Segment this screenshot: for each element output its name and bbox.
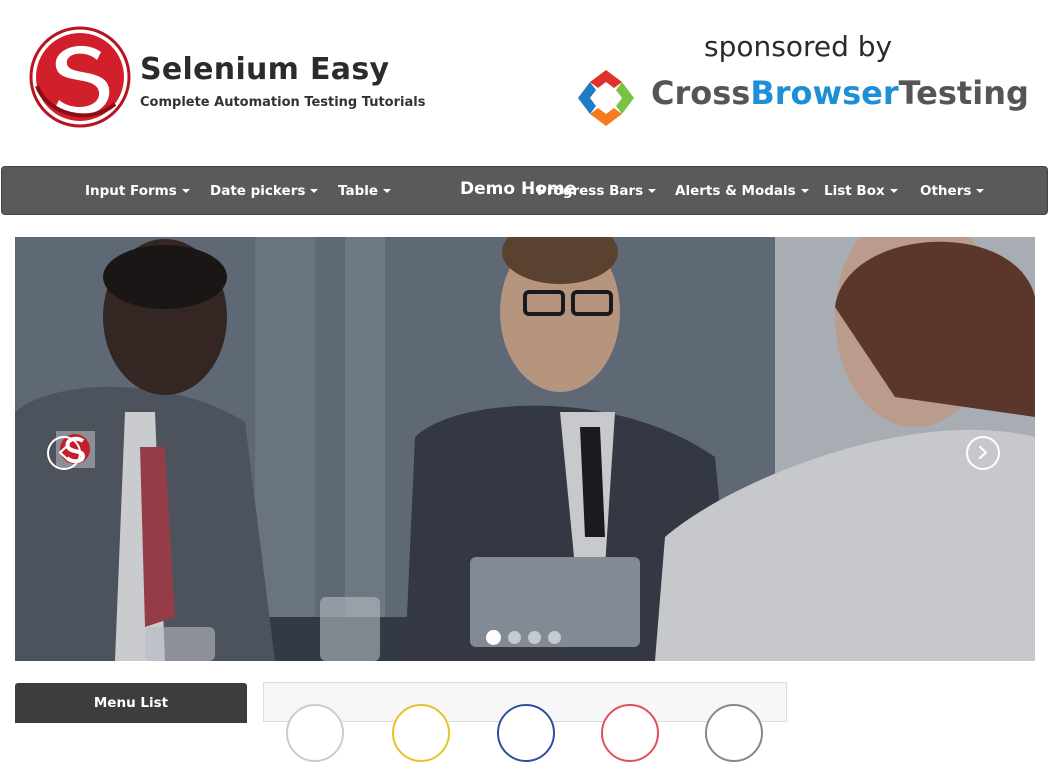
nav-label: Alerts & Modals: [675, 183, 796, 199]
caret-down-icon: [800, 189, 809, 193]
nav-label: Table: [338, 183, 379, 199]
crossbrowsertesting-logo-icon[interactable]: [574, 66, 638, 130]
menu-list-panel: Menu List: [15, 683, 247, 723]
nav-date-pickers[interactable]: Date pickers: [210, 183, 319, 199]
caret-down-icon: [383, 189, 392, 193]
nav-label: Date pickers: [210, 183, 306, 199]
carousel-indicator-4[interactable]: [548, 631, 561, 644]
selenium-easy-logo[interactable]: [29, 26, 131, 128]
caret-down-icon: [889, 189, 898, 193]
caret-down-icon: [648, 189, 657, 193]
nav-label: List Box: [824, 183, 885, 199]
feature-circles-panel: [263, 682, 787, 762]
menu-list-title: Menu List: [93, 695, 169, 711]
brand-title[interactable]: Selenium Easy: [140, 52, 389, 87]
caret-down-icon: [310, 189, 319, 193]
chevron-right-icon: [978, 445, 988, 460]
feature-circle[interactable]: [392, 704, 450, 762]
feature-circle[interactable]: [497, 704, 555, 762]
sponsor-name-part1: Cross: [651, 74, 751, 112]
caret-down-icon: [181, 189, 190, 193]
site-header: Selenium Easy Complete Automation Testin…: [0, 0, 1050, 165]
nav-others[interactable]: Others: [920, 183, 985, 199]
carousel-prev-button[interactable]: [47, 436, 81, 470]
carousel-next-button[interactable]: [966, 436, 1000, 470]
hero-carousel[interactable]: [15, 237, 1035, 661]
carousel-indicator-1[interactable]: [486, 630, 501, 645]
nav-alerts-modals[interactable]: Alerts & Modals: [675, 183, 809, 199]
feature-circle[interactable]: [705, 704, 763, 762]
brand-subtitle: Complete Automation Testing Tutorials: [140, 95, 426, 110]
sponsor-name-part3: Testing: [898, 74, 1029, 112]
caret-down-icon: [976, 189, 985, 193]
nav-label: Others: [920, 183, 972, 199]
chevron-left-icon: [58, 445, 68, 460]
sponsor-name[interactable]: CrossBrowserTesting: [651, 74, 1029, 112]
nav-input-forms[interactable]: Input Forms: [85, 183, 190, 199]
main-navbar: Input Forms Date pickers Table Progress …: [1, 166, 1048, 215]
nav-table[interactable]: Table: [338, 183, 392, 199]
carousel-overlay: [15, 237, 1035, 661]
sponsor-label: sponsored by: [704, 30, 893, 63]
carousel-indicator-2[interactable]: [508, 631, 521, 644]
nav-list-box[interactable]: List Box: [824, 183, 898, 199]
feature-circle[interactable]: [286, 704, 344, 762]
feature-circle[interactable]: [601, 704, 659, 762]
nav-demo-home[interactable]: Demo Home: [460, 179, 576, 199]
sponsor-name-part2: Browser: [750, 74, 899, 112]
nav-label: Input Forms: [85, 183, 177, 199]
carousel-indicator-3[interactable]: [528, 631, 541, 644]
